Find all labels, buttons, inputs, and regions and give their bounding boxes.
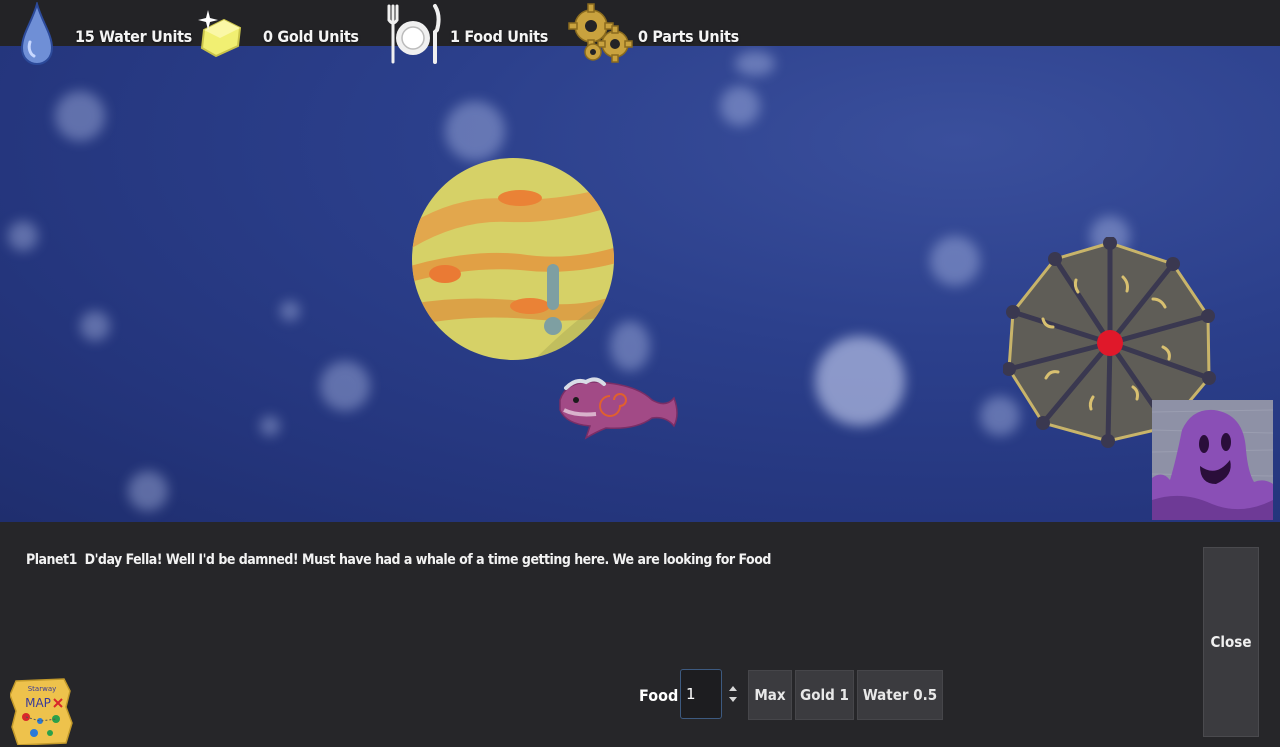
- background-star: [260, 416, 280, 436]
- background-star: [815, 336, 905, 426]
- background-star: [55, 91, 105, 141]
- whale-ship[interactable]: [556, 374, 682, 444]
- water-units-label: 15 Water Units: [75, 27, 192, 46]
- plate-cutlery-icon: [387, 4, 441, 64]
- trade-item-label: Food: [639, 686, 679, 705]
- space-view: [0, 46, 1280, 522]
- quantity-spinner-icon[interactable]: [727, 682, 739, 706]
- dialog-message: Planet1 D'day Fella! Well I'd be damned!…: [26, 552, 771, 568]
- background-star: [735, 51, 775, 76]
- background-star: [720, 86, 760, 126]
- background-star: [80, 311, 110, 341]
- gold-bar-icon: [198, 10, 242, 58]
- planet[interactable]: [410, 154, 620, 364]
- quantity-input[interactable]: [680, 669, 722, 719]
- dialog-panel: Planet1 D'day Fella! Well I'd be damned!…: [0, 522, 1280, 747]
- gears-icon: [568, 3, 633, 63]
- map-title-big: MAP: [25, 696, 51, 710]
- alien-portrait: [1152, 400, 1273, 520]
- parts-units-label: 0 Parts Units: [638, 27, 739, 46]
- background-star: [445, 101, 505, 161]
- resource-bar: 15 Water Units 0 Gold Units 1 Food Units: [0, 0, 1280, 66]
- message-text: D'day Fella! Well I'd be damned! Must ha…: [84, 552, 772, 568]
- pay-gold-button[interactable]: Gold 1: [795, 670, 854, 720]
- food-units-label: 1 Food Units: [450, 27, 549, 46]
- map-title-small: Starway: [28, 685, 57, 693]
- close-button[interactable]: Close: [1203, 547, 1259, 737]
- gold-units-label: 0 Gold Units: [263, 27, 359, 46]
- background-star: [8, 221, 38, 251]
- background-star: [280, 301, 300, 321]
- starway-map-button[interactable]: Starway MAP: [10, 677, 74, 745]
- background-star: [128, 471, 168, 511]
- background-star: [930, 236, 980, 286]
- background-star: [320, 361, 370, 411]
- speaker-name: Planet1: [26, 552, 77, 568]
- max-button[interactable]: Max: [748, 670, 792, 720]
- pay-water-button[interactable]: Water 0.5: [857, 670, 943, 720]
- water-drop-icon: [20, 2, 54, 66]
